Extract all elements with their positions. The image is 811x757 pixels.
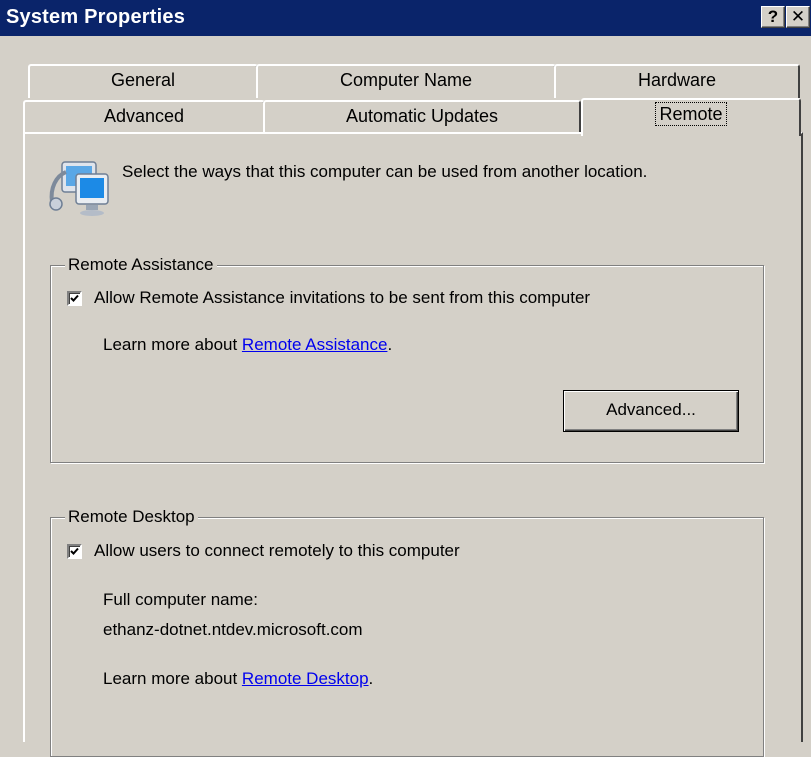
- remote-assistance-checkbox-label[interactable]: Allow Remote Assistance invitations to b…: [94, 288, 590, 308]
- tab-hardware[interactable]: Hardware: [554, 64, 800, 98]
- title-bar: System Properties ? ✕: [0, 0, 811, 36]
- help-button[interactable]: ?: [761, 6, 785, 28]
- remote-computer-icon: [48, 158, 110, 223]
- checkmark-icon: [70, 294, 79, 302]
- tab-advanced[interactable]: Advanced: [23, 100, 265, 134]
- remote-desktop-link[interactable]: Remote Desktop: [242, 669, 369, 688]
- tab-computer-name[interactable]: Computer Name: [256, 64, 556, 98]
- remote-assistance-link[interactable]: Remote Assistance: [242, 335, 388, 354]
- window-title: System Properties: [6, 6, 186, 28]
- remote-desktop-checkbox-label[interactable]: Allow users to connect remotely to this …: [94, 541, 460, 561]
- allow-remote-assistance-option[interactable]: Allow Remote Assistance invitations to b…: [67, 288, 590, 308]
- remote-desktop-legend: Remote Desktop: [65, 505, 198, 529]
- remote-desktop-learn-more: Learn more about Remote Desktop.: [103, 669, 374, 688]
- remote-assistance-learn-more: Learn more about Remote Assistance.: [103, 335, 393, 354]
- remote-desktop-checkbox[interactable]: [67, 543, 82, 559]
- tab-automatic-updates[interactable]: Automatic Updates: [263, 100, 581, 134]
- intro-text: Select the ways that this computer can b…: [122, 162, 648, 181]
- remote-assistance-legend: Remote Assistance: [65, 253, 217, 277]
- close-button[interactable]: ✕: [786, 6, 810, 28]
- full-computer-name-label: Full computer name:: [103, 590, 258, 609]
- remote-assistance-checkbox[interactable]: [67, 290, 82, 306]
- tab-general[interactable]: General: [28, 64, 258, 98]
- full-computer-name-value: ethanz-dotnet.ntdev.microsoft.com: [103, 620, 363, 639]
- allow-remote-desktop-option[interactable]: Allow users to connect remotely to this …: [67, 541, 460, 561]
- checkmark-icon: [70, 547, 79, 555]
- tab-remote[interactable]: Remote: [581, 98, 801, 136]
- advanced-button[interactable]: Advanced...: [563, 390, 739, 432]
